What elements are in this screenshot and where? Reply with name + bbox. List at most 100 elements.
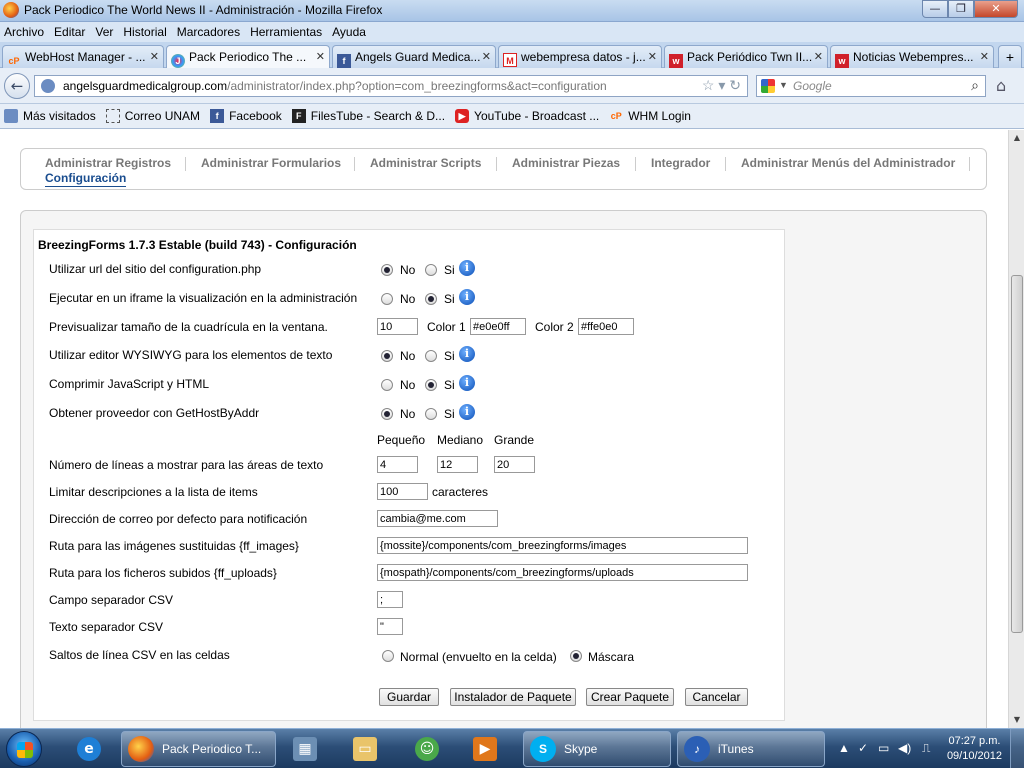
color1-input[interactable] [470,318,526,335]
bookmark-star-icon[interactable]: ☆ ▾ ↻ [702,77,741,94]
radio-label-mask: Máscara [588,650,635,664]
radio-csv-mask[interactable] [570,650,582,662]
bookmark-mas-visitados[interactable]: Más visitados [4,109,96,123]
info-icon[interactable]: i [459,404,475,420]
menu-ayuda[interactable]: Ayuda [332,25,366,39]
system-tray: ▲ ✓ ▭ ◀) ⎍ 07:27 p.m. 09/10/2012 [832,729,1024,768]
calculator-icon[interactable]: ▦ [280,731,330,767]
submenu-integrador[interactable]: Integrador [651,156,710,170]
tab-close-icon[interactable]: ✕ [482,50,491,63]
lines-small-input[interactable] [377,456,418,473]
csv-text-separator-input[interactable] [377,618,403,635]
tab-close-icon[interactable]: ✕ [316,50,325,63]
radio-compress-no[interactable] [381,379,393,391]
tab-pack-periodico-twn[interactable]: w Pack Periódico Twn II... ✕ [664,45,828,68]
menu-archivo[interactable]: Archivo [4,25,44,39]
limit-descriptions-input[interactable] [377,483,428,500]
system-clock[interactable]: 07:27 p.m. 09/10/2012 [947,734,1002,764]
size-header-small: Pequeño [377,433,426,447]
explorer-folder-icon[interactable]: ▭ [340,731,390,767]
tab-angels-guard-facebook[interactable]: f Angels Guard Medica... ✕ [332,45,496,68]
package-installer-button[interactable]: Instalador de Paquete [450,688,576,706]
menu-marcadores[interactable]: Marcadores [177,25,240,39]
menu-editar[interactable]: Editar [54,25,85,39]
submenu-administrar-scripts[interactable]: Administrar Scripts [370,156,481,170]
scroll-down-icon[interactable]: ▼ [1009,712,1024,728]
bookmark-filestube[interactable]: F FilesTube - Search & D... [291,109,445,123]
csv-field-separator-input[interactable] [377,591,403,608]
chevron-down-icon[interactable]: ▼ [779,80,788,90]
network-icon[interactable]: ⎍ [922,741,930,756]
bookmark-whm-login[interactable]: cP WHM Login [609,109,691,123]
radio-wysiwyg-no[interactable] [381,350,393,362]
messenger-icon[interactable]: ☺ [402,731,452,767]
uploads-path-input[interactable] [377,564,748,581]
color2-input[interactable] [578,318,634,335]
scroll-up-icon[interactable]: ▲ [1009,130,1024,146]
info-icon[interactable]: i [459,289,475,305]
radio-wysiwyg-si[interactable] [425,350,437,362]
tab-close-icon[interactable]: ✕ [980,50,989,63]
media-player-icon[interactable]: ▶ [460,731,510,767]
grid-size-input[interactable] [377,318,418,335]
tab-close-icon[interactable]: ✕ [648,50,657,63]
submenu-administrar-menus[interactable]: Administrar Menús del Administrador [741,156,955,170]
tab-pack-periodico[interactable]: J Pack Periodico The ... ✕ [166,45,330,69]
menu-herramientas[interactable]: Herramientas [250,25,322,39]
network-status-icon[interactable]: ✓ [858,741,868,755]
tab-close-icon[interactable]: ✕ [150,50,159,63]
home-icon[interactable]: ⌂ [996,76,1006,95]
info-icon[interactable]: i [459,260,475,276]
submenu-configuracion[interactable]: Configuración [45,171,127,187]
taskbar-skype[interactable]: S Skype [523,731,671,767]
bookmark-youtube[interactable]: ▶ YouTube - Broadcast ... [455,109,599,123]
radio-iframe-si[interactable] [425,293,437,305]
create-package-button[interactable]: Crear Paquete [586,688,674,706]
lines-large-input[interactable] [494,456,535,473]
maximize-button[interactable]: ❐ [948,0,974,18]
menu-historial[interactable]: Historial [123,25,166,39]
show-hidden-icons-icon[interactable]: ▲ [838,741,850,755]
url-bar[interactable]: angelsguardmedicalgroup.com/administrato… [34,75,748,97]
scrollbar-thumb[interactable] [1011,275,1023,633]
bookmark-facebook[interactable]: f Facebook [210,109,282,123]
radio-gethost-no[interactable] [381,408,393,420]
search-input[interactable]: ▼ Google ⌕ [756,75,986,97]
start-button[interactable] [6,731,42,767]
monitor-icon[interactable]: ▭ [878,741,889,755]
taskbar-firefox[interactable]: Pack Periodico T... [121,731,276,767]
bookmark-correo-unam[interactable]: Correo UNAM [105,109,200,123]
search-icon[interactable]: ⌕ [971,77,979,94]
save-button[interactable]: Guardar [379,688,439,706]
menu-ver[interactable]: Ver [95,25,113,39]
radio-csv-normal[interactable] [382,650,394,662]
page-scrollbar[interactable]: ▲ ▼ [1008,130,1024,728]
show-desktop-button[interactable] [1010,729,1024,768]
radio-iframe-no[interactable] [381,293,393,305]
images-path-input[interactable] [377,537,748,554]
submenu-administrar-registros[interactable]: Administrar Registros [45,156,171,170]
radio-compress-si[interactable] [425,379,437,391]
cancel-button[interactable]: Cancelar [685,688,748,706]
radio-url-site-no[interactable] [381,264,393,276]
submenu-administrar-formularios[interactable]: Administrar Formularios [201,156,341,170]
info-icon[interactable]: i [459,346,475,362]
tab-noticias-webempresa[interactable]: w Noticias Webempres... ✕ [830,45,994,68]
lines-medium-input[interactable] [437,456,478,473]
minimize-button[interactable]: — [922,0,948,18]
submenu-administrar-piezas[interactable]: Administrar Piezas [512,156,620,170]
volume-icon[interactable]: ◀) [898,741,911,755]
internet-explorer-icon[interactable]: e [64,731,114,767]
site-identity-icon[interactable] [41,79,55,93]
tab-webhost-manager[interactable]: cP WebHost Manager - ... ✕ [2,45,164,68]
new-tab-button[interactable]: + [998,45,1022,68]
email-field[interactable] [377,510,498,527]
info-icon[interactable]: i [459,375,475,391]
radio-gethost-si[interactable] [425,408,437,420]
tab-close-icon[interactable]: ✕ [814,50,823,63]
radio-url-site-si[interactable] [425,264,437,276]
taskbar-itunes[interactable]: ♪ iTunes [677,731,825,767]
back-button[interactable]: ← [4,73,30,99]
close-button[interactable]: ✕ [974,0,1018,18]
tab-webempresa-gmail[interactable]: Mwebempresa datos - j... ✕ [498,45,662,68]
